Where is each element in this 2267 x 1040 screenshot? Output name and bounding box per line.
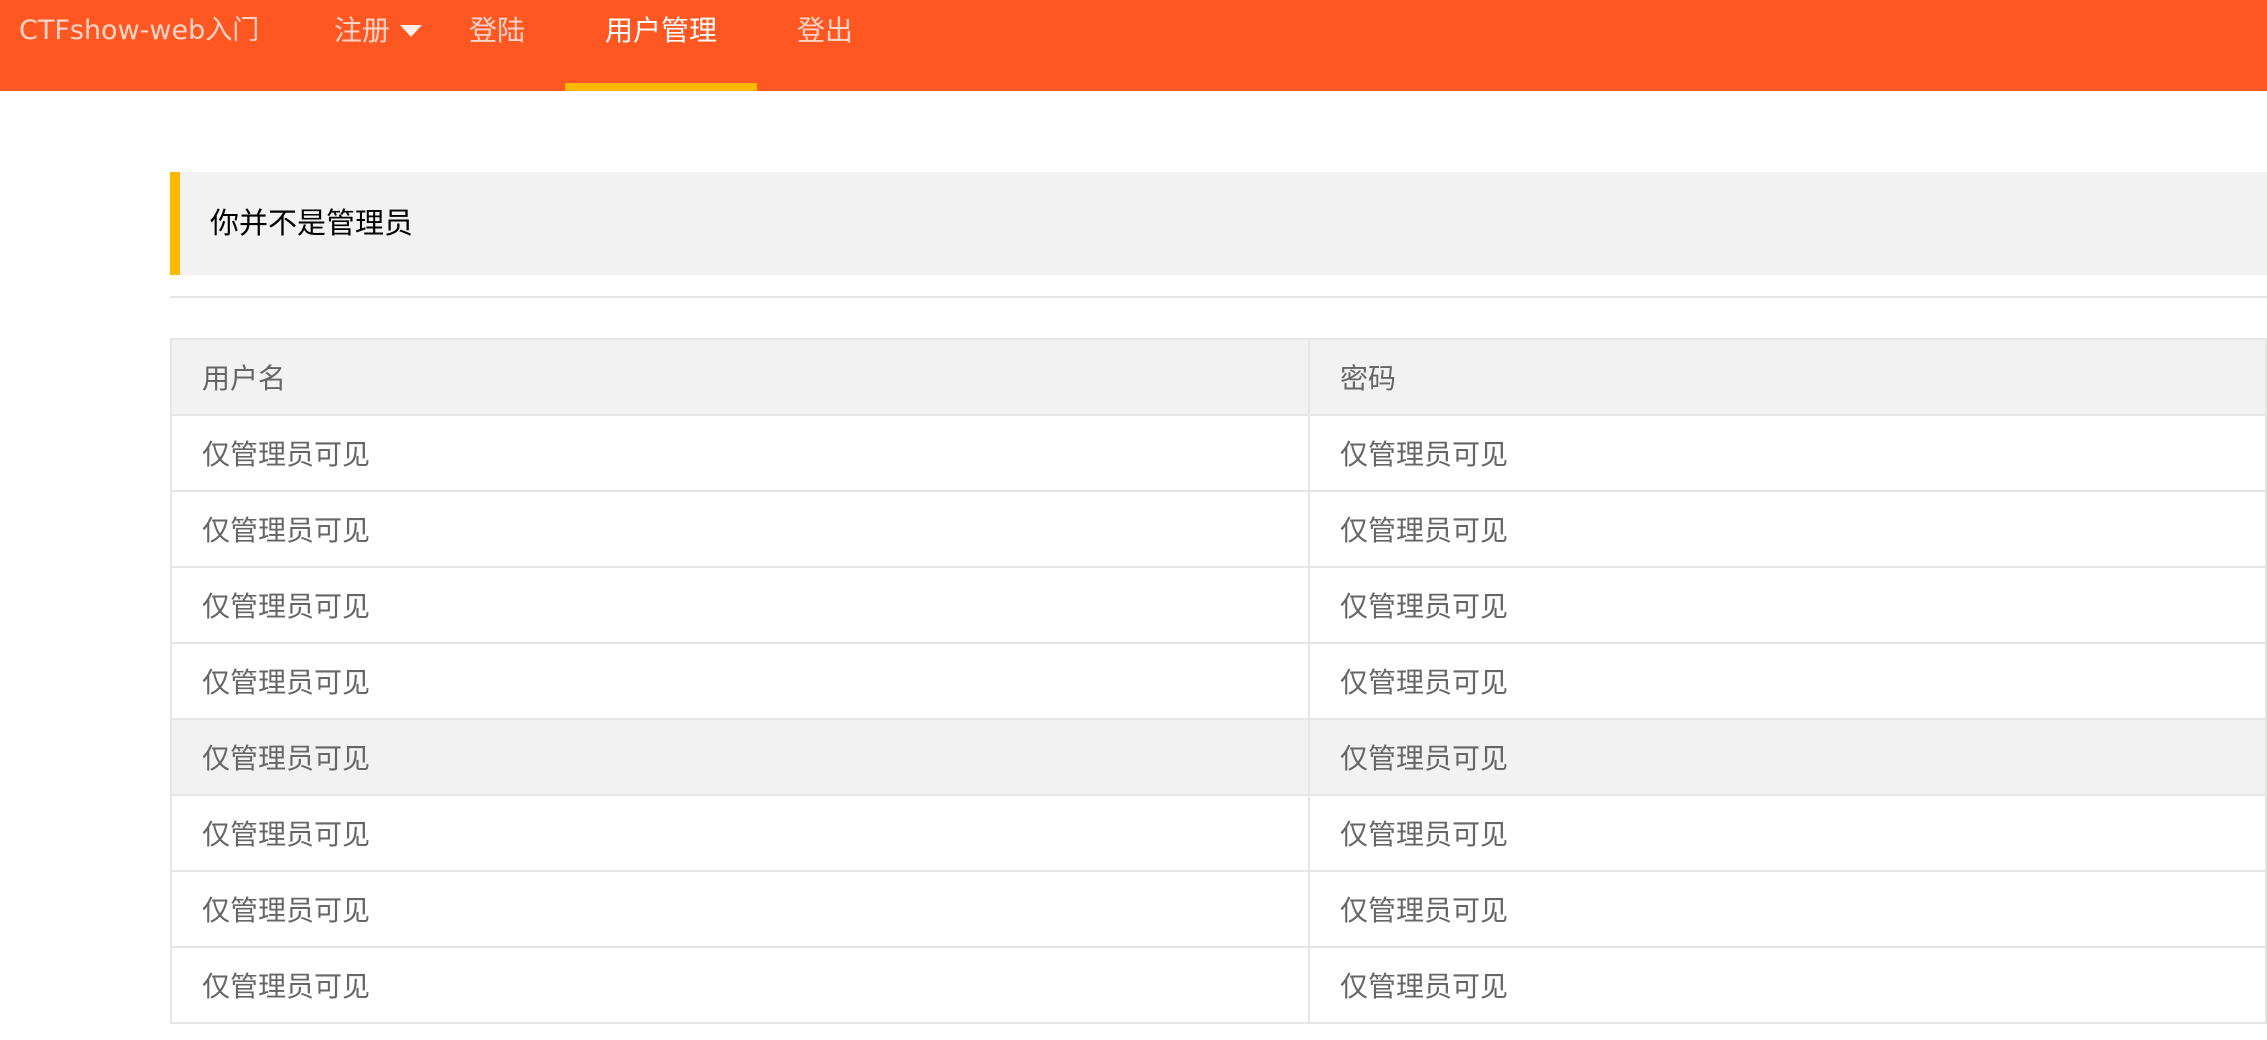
nav-login-label: 登陆 (468, 14, 525, 47)
cell-password: 仅管理员可见 (1308, 566, 2267, 644)
cell-username: 仅管理员可见 (170, 490, 1310, 568)
nav-register[interactable]: 注册 (318, 0, 434, 91)
notice-quote: 你并不是管理员 (170, 172, 2267, 275)
table-row[interactable]: 仅管理员可见 仅管理员可见 (170, 718, 2267, 796)
divider (170, 296, 2267, 298)
cell-password: 仅管理员可见 (1308, 642, 2267, 720)
cell-password: 仅管理员可见 (1308, 414, 2267, 492)
site-logo[interactable]: CTFshow-web入门 (19, 11, 259, 51)
table-row[interactable]: 仅管理员可见 仅管理员可见 (170, 870, 2267, 948)
nav-user-management[interactable]: 用户管理 (565, 0, 757, 91)
notice-message: 你并不是管理员 (210, 206, 414, 240)
cell-username: 仅管理员可见 (170, 794, 1310, 872)
cell-username: 仅管理员可见 (170, 642, 1310, 720)
cell-username: 仅管理员可见 (170, 946, 1310, 1024)
nav-user-management-label: 用户管理 (604, 14, 717, 47)
cell-password: 仅管理员可见 (1308, 870, 2267, 948)
active-tab-indicator (565, 83, 757, 91)
cell-username: 仅管理员可见 (170, 870, 1310, 948)
table-row[interactable]: 仅管理员可见 仅管理员可见 (170, 946, 2267, 1024)
table-row[interactable]: 仅管理员可见 仅管理员可见 (170, 566, 2267, 644)
cell-password: 仅管理员可见 (1308, 718, 2267, 796)
cell-password: 仅管理员可见 (1308, 946, 2267, 1024)
cell-username: 仅管理员可见 (170, 566, 1310, 644)
cell-username: 仅管理员可见 (170, 414, 1310, 492)
column-header-username: 用户名 (170, 338, 1310, 416)
nav-logout[interactable]: 登出 (780, 0, 870, 91)
top-navbar: CTFshow-web入门 注册 登陆 用户管理 登出 (0, 0, 2267, 91)
table-row[interactable]: 仅管理员可见 仅管理员可见 (170, 414, 2267, 492)
user-table: 用户名 密码 仅管理员可见 仅管理员可见 仅管理员可见 仅管理员可见 仅管理员可… (170, 338, 2267, 1024)
caret-down-icon (400, 25, 422, 37)
table-row[interactable]: 仅管理员可见 仅管理员可见 (170, 642, 2267, 720)
table-row[interactable]: 仅管理员可见 仅管理员可见 (170, 490, 2267, 568)
cell-password: 仅管理员可见 (1308, 794, 2267, 872)
nav-logout-label: 登出 (796, 14, 853, 47)
column-header-password: 密码 (1308, 338, 2267, 416)
nav-login[interactable]: 登陆 (452, 0, 542, 91)
table-row[interactable]: 仅管理员可见 仅管理员可见 (170, 794, 2267, 872)
cell-password: 仅管理员可见 (1308, 490, 2267, 568)
cell-username: 仅管理员可见 (170, 718, 1310, 796)
table-header-row: 用户名 密码 (170, 338, 2267, 416)
